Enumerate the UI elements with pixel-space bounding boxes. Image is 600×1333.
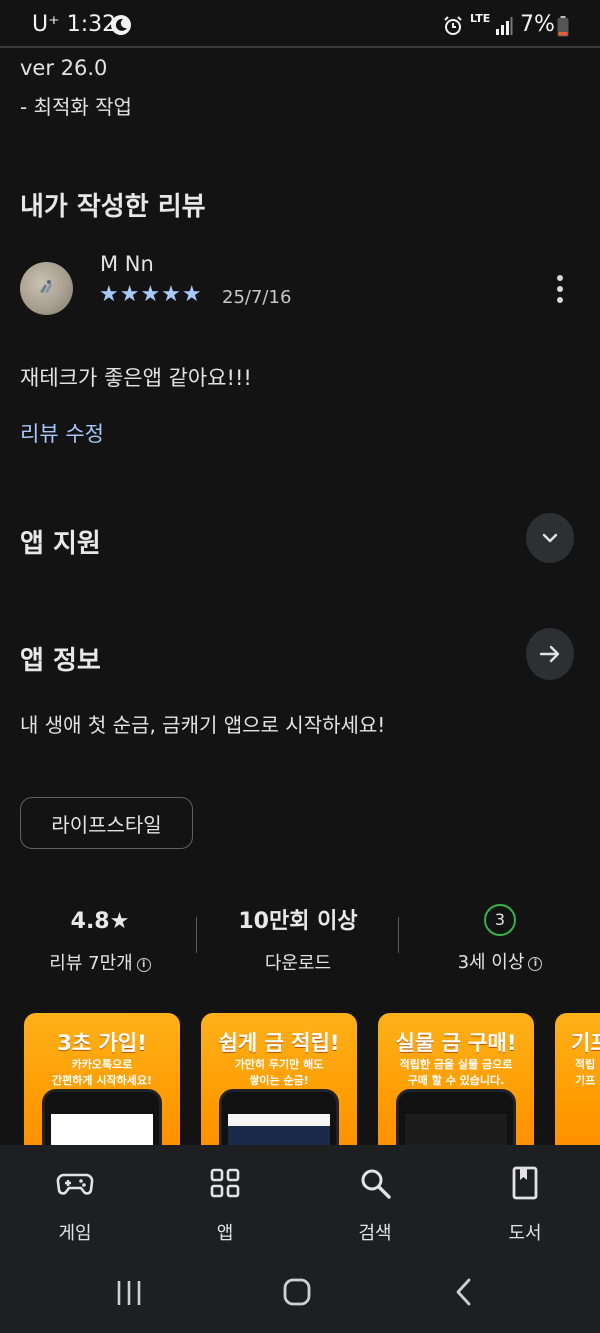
app-info-title: 앱 정보 <box>20 646 101 676</box>
nav-books-label: 도서 <box>508 1223 542 1244</box>
my-review-title: 내가 작성한 리뷰 <box>20 192 206 222</box>
book-icon <box>512 1166 538 1200</box>
arrow-right-icon <box>539 645 560 663</box>
apps-grid-icon <box>210 1168 240 1198</box>
nav-search[interactable]: 검색 <box>300 1145 450 1265</box>
divider <box>0 46 600 48</box>
screenshot-subtitle: 카카오톡으로 간편하게 시작하세요! <box>52 1058 152 1087</box>
search-icon <box>361 1169 391 1199</box>
back-icon[interactable] <box>452 1277 476 1307</box>
system-navigation-bar <box>0 1265 600 1333</box>
info-icon: i <box>136 958 151 972</box>
more-options-icon[interactable] <box>548 272 572 304</box>
category-chip[interactable]: 라이프스타일 <box>20 797 193 849</box>
screenshot-subtitle: 적립 기프 <box>575 1058 596 1087</box>
nav-books[interactable]: 도서 <box>450 1145 600 1265</box>
edit-review-link[interactable]: 리뷰 수정 <box>20 418 104 448</box>
alarm-icon <box>444 16 462 35</box>
gamepad-icon <box>56 1173 94 1195</box>
review-author: M Nn <box>100 252 154 276</box>
recent-apps-icon[interactable] <box>114 1279 144 1307</box>
screenshot-title: 쉽게 금 적립! <box>218 1031 340 1055</box>
expand-app-support-button[interactable] <box>526 513 574 563</box>
app-support-title: 앱 지원 <box>20 529 101 559</box>
bottom-navigation: 게임 앱 검색 도서 <box>0 1145 600 1265</box>
age-rating-badge: 3 <box>484 904 516 936</box>
review-date: 25/7/16 <box>222 287 292 308</box>
screenshot-title: 3초 가입! <box>57 1031 147 1055</box>
reviews-count: 리뷰 7만개 <box>49 953 133 974</box>
downloads-label: 다운로드 <box>264 953 332 974</box>
review-stars: ★★★★★ <box>99 282 203 307</box>
avatar <box>20 262 73 315</box>
nav-apps-label: 앱 <box>216 1223 234 1244</box>
nav-search-label: 검색 <box>358 1223 392 1244</box>
avatar-image <box>40 280 52 293</box>
downloads-value: 10만회 이상 <box>238 909 358 934</box>
rating-value: 4.8★ <box>70 909 130 934</box>
signal-icon <box>496 17 513 35</box>
age-rating-label: 3세 이상 <box>457 952 525 973</box>
update-note: - 최적화 작업 <box>20 95 132 119</box>
review-text: 재테크가 좋은앱 같아요!!! <box>20 366 252 390</box>
screenshot-title: 기프 <box>571 1031 600 1055</box>
info-icon: i <box>528 957 543 971</box>
status-time: U⁺ 1:32 <box>32 12 117 37</box>
rating-stat[interactable]: 4.8★ 리뷰 7만개 i <box>0 907 200 975</box>
open-app-info-button[interactable] <box>526 628 574 680</box>
divider <box>196 917 197 953</box>
battery-percent: 7% <box>520 12 555 37</box>
app-description: 내 생애 첫 순금, 금캐기 앱으로 시작하세요! <box>20 713 386 737</box>
network-type: LTE <box>470 12 491 25</box>
version-text: ver 26.0 <box>20 56 108 80</box>
home-icon[interactable] <box>282 1277 312 1307</box>
chevron-down-icon <box>542 533 558 543</box>
do-not-disturb-icon <box>111 15 131 35</box>
age-rating-stat[interactable]: 3 3세 이상 i <box>400 904 600 974</box>
screenshot-subtitle: 적립한 금을 실물 금으로 구매 할 수 있습니다. <box>399 1058 513 1087</box>
battery-icon <box>557 16 569 37</box>
divider <box>398 917 399 953</box>
nav-games-label: 게임 <box>58 1223 92 1244</box>
status-bar: U⁺ 1:32 LTE 7% <box>0 0 600 50</box>
screenshot-subtitle: 가만히 두기만 해도 쌓이는 순금! <box>234 1058 324 1087</box>
nav-games[interactable]: 게임 <box>0 1145 150 1265</box>
screenshot-title: 실물 금 구매! <box>395 1031 517 1055</box>
downloads-stat: 10만회 이상 다운로드 <box>198 907 398 975</box>
nav-apps[interactable]: 앱 <box>150 1145 300 1265</box>
